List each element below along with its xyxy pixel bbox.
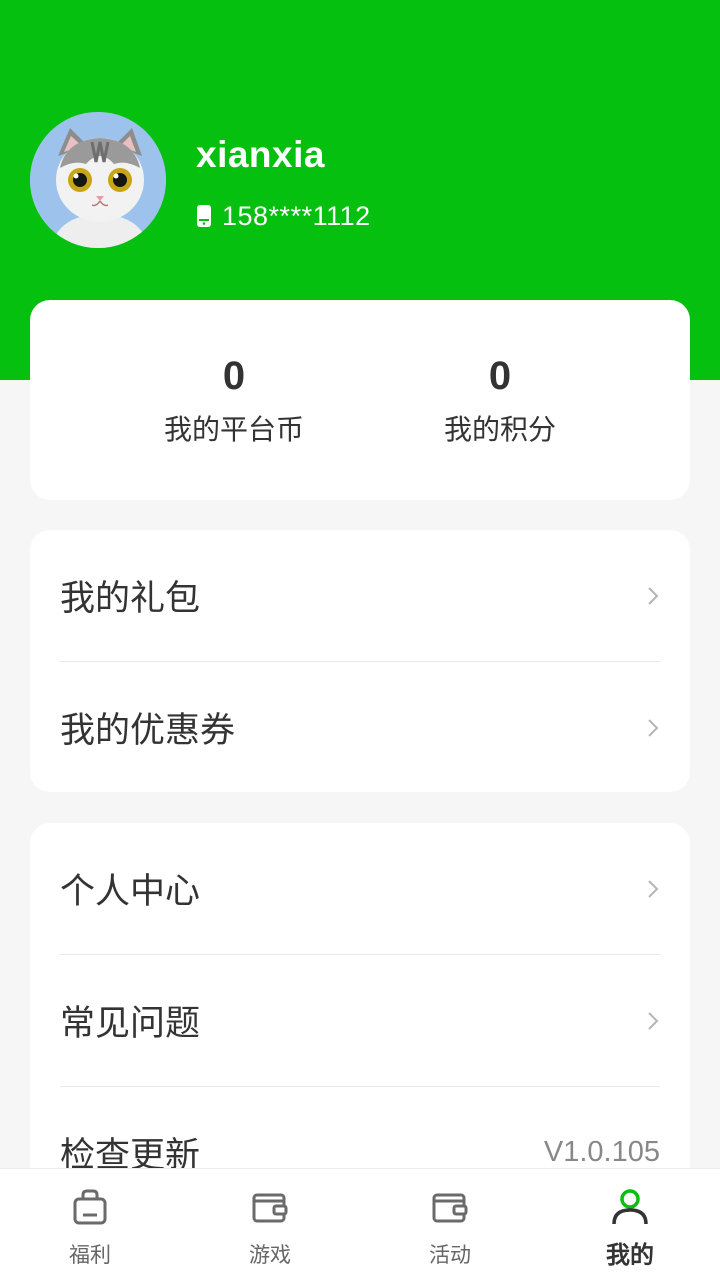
profile-page: xianxia 158****1112 0 我的平台币 0 我的积分 我的礼包 … xyxy=(0,0,720,1280)
points-stat[interactable]: 0 我的积分 xyxy=(380,350,620,448)
chevron-right-icon xyxy=(648,586,659,605)
chevron-right-icon xyxy=(648,1011,659,1030)
menu-item-gift-packs[interactable]: 我的礼包 xyxy=(60,530,660,662)
tab-games[interactable]: 游戏 xyxy=(180,1169,360,1280)
tab-welfare[interactable]: 福利 xyxy=(0,1169,180,1280)
cat-avatar-image xyxy=(30,112,166,248)
wallet-icon xyxy=(432,1193,468,1223)
phone-row: 158****1112 xyxy=(196,200,371,232)
menu-item-label: 常见问题 xyxy=(60,1004,201,1044)
menu-item-label: 我的优惠券 xyxy=(60,711,236,751)
menu-card-settings: 个人中心 常见问题 检查更新 V1.0.105 xyxy=(30,823,690,1223)
menu-card-rewards: 我的礼包 我的优惠券 xyxy=(30,530,690,792)
chevron-right-icon xyxy=(648,718,659,737)
menu-item-faq[interactable]: 常见问题 xyxy=(60,955,660,1087)
chevron-right-icon xyxy=(648,879,659,898)
platform-coins-label: 我的平台币 xyxy=(163,413,304,446)
tab-label: 我的 xyxy=(606,1241,654,1269)
platform-coins-stat[interactable]: 0 我的平台币 xyxy=(114,350,354,448)
avatar[interactable] xyxy=(30,112,166,248)
user-icon xyxy=(612,1189,648,1225)
menu-item-label: 我的礼包 xyxy=(60,579,201,619)
wallet-icon xyxy=(252,1193,288,1223)
phone-icon xyxy=(197,205,211,227)
stats-card: 0 我的平台币 0 我的积分 xyxy=(30,300,690,500)
bag-icon xyxy=(73,1189,107,1225)
platform-coins-value: 0 xyxy=(222,354,246,398)
bottom-tab-bar: 福利 游戏 活动 我的 xyxy=(0,1168,720,1280)
username: xianxia xyxy=(196,134,325,175)
phone-number: 158****1112 xyxy=(222,200,371,231)
tab-mine[interactable]: 我的 xyxy=(540,1169,720,1280)
menu-item-personal-center[interactable]: 个人中心 xyxy=(60,823,660,955)
tab-label: 福利 xyxy=(69,1243,111,1267)
points-value: 0 xyxy=(488,354,512,398)
menu-item-label: 个人中心 xyxy=(60,872,201,912)
tab-activities[interactable]: 活动 xyxy=(360,1169,540,1280)
points-label: 我的积分 xyxy=(443,413,556,446)
app-version: V1.0.105 xyxy=(543,1136,660,1168)
tab-label: 游戏 xyxy=(249,1243,291,1267)
menu-item-coupons[interactable]: 我的优惠券 xyxy=(60,662,660,792)
tab-label: 活动 xyxy=(429,1243,471,1267)
